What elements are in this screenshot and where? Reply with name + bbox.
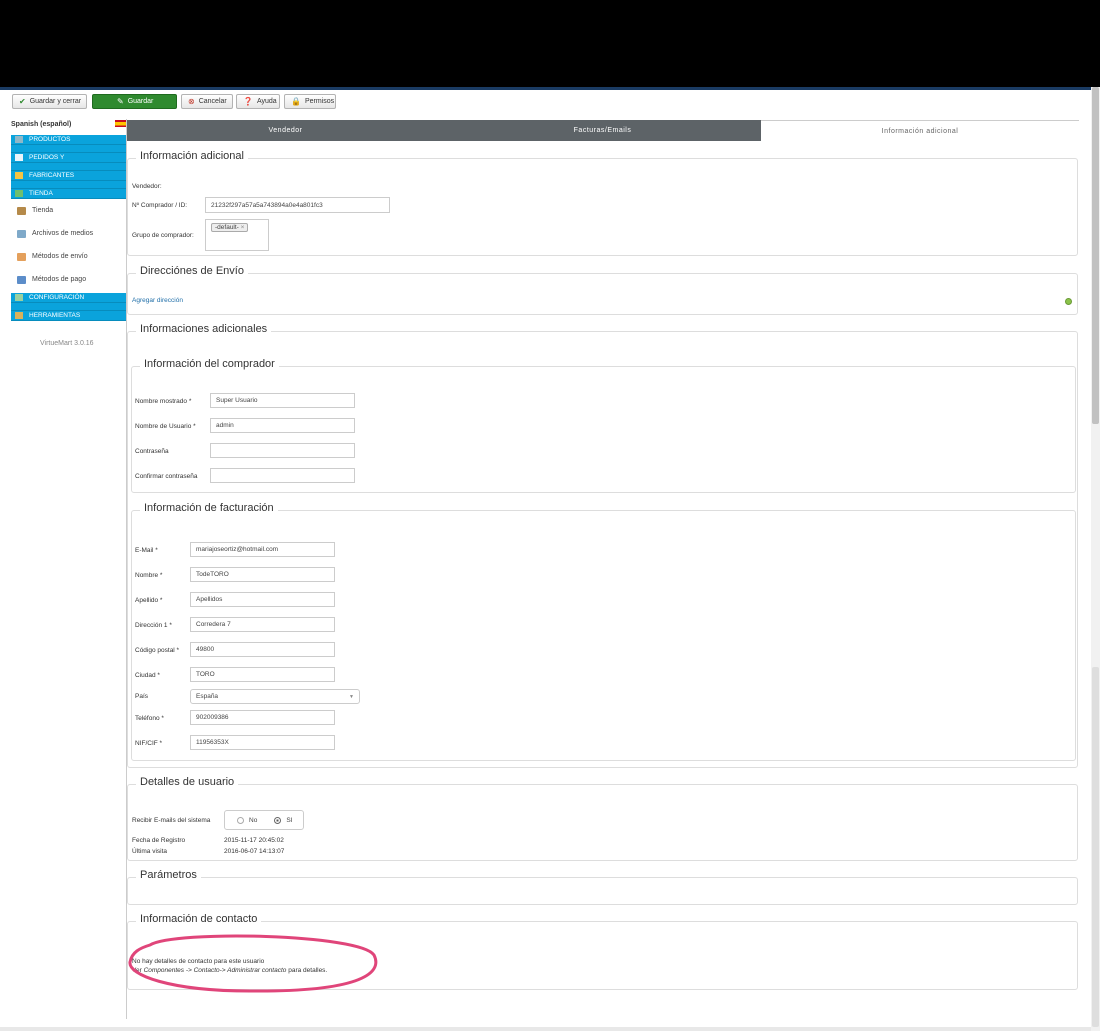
scrollbar[interactable] (1091, 87, 1100, 1031)
annotation-ellipse (128, 934, 378, 993)
bottom-bar (0, 1027, 1091, 1031)
scrollbar-track-segment (1092, 667, 1099, 1027)
scrollbar-thumb[interactable] (1092, 87, 1099, 424)
annotation-overlay (128, 934, 378, 993)
